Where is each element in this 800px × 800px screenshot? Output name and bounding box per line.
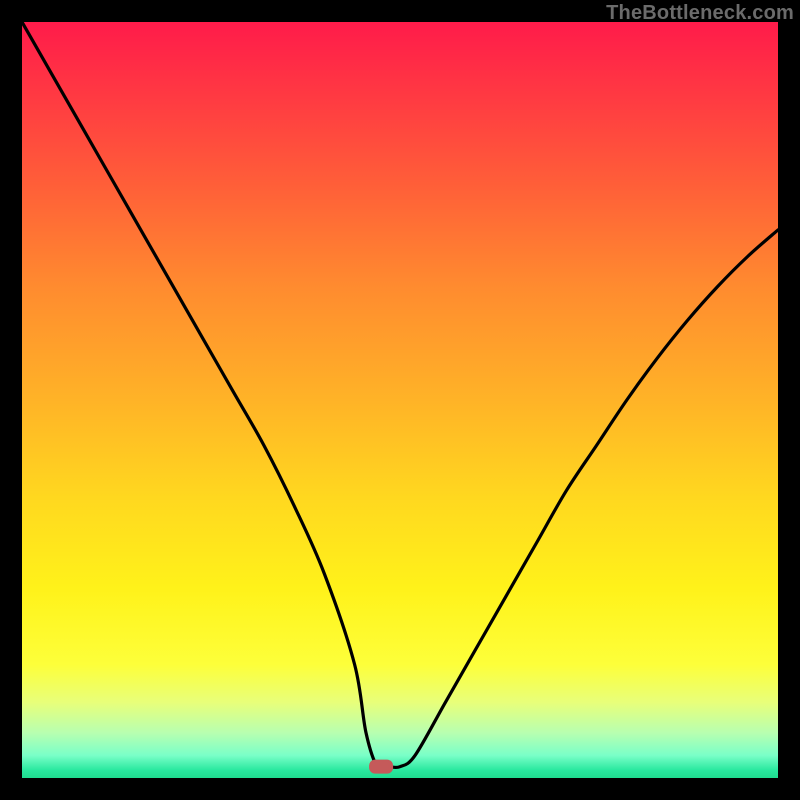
optimal-point-marker — [369, 760, 393, 774]
curve-layer — [22, 22, 778, 778]
plot-area — [22, 22, 778, 778]
chart-frame: TheBottleneck.com — [0, 0, 800, 800]
attribution-text: TheBottleneck.com — [606, 2, 794, 25]
bottleneck-curve — [22, 22, 778, 769]
